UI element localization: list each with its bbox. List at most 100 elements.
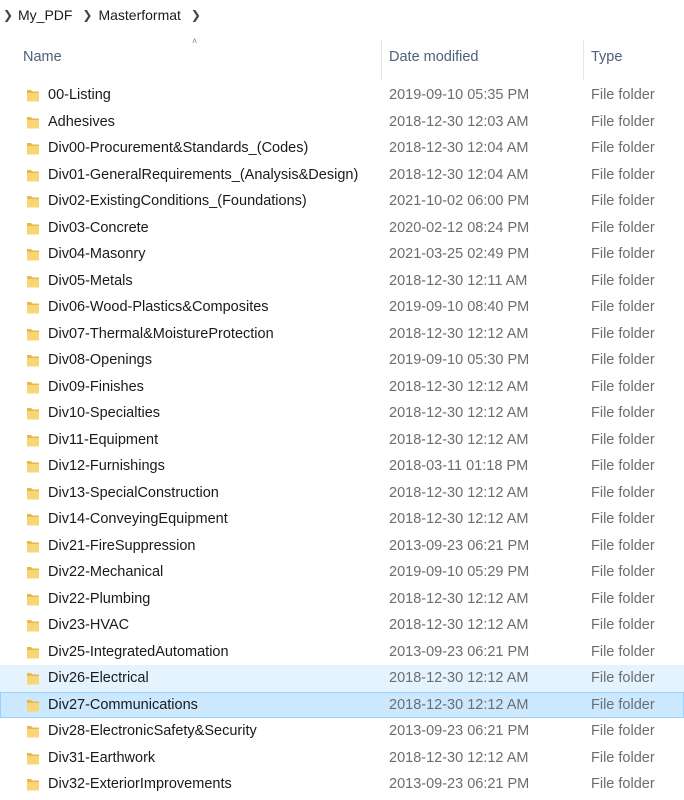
table-row[interactable]: Div09-Finishes 2018-12-30 12:12 AM File fo… bbox=[0, 374, 684, 401]
table-row[interactable]: Div23-HVAC 2018-12-30 12:12 AM File folder bbox=[0, 612, 684, 639]
folder-icon bbox=[27, 249, 39, 261]
folder-icon bbox=[27, 699, 39, 711]
file-type: File folder bbox=[591, 458, 655, 474]
file-type: File folder bbox=[591, 617, 655, 633]
column-divider[interactable] bbox=[381, 40, 382, 80]
folder-icon bbox=[27, 275, 39, 287]
date-modified: 2020-02-12 08:24 PM bbox=[389, 219, 530, 236]
file-name: Div22-Plumbing bbox=[48, 590, 151, 607]
column-header-name[interactable]: Name bbox=[23, 32, 62, 82]
table-row[interactable]: Div07-Thermal&MoistureProtection 2018-12-… bbox=[0, 321, 684, 348]
table-row[interactable]: Div10-Specialties 2018-12-30 12:12 AM File… bbox=[0, 400, 684, 427]
breadcrumb-item-my-pdf[interactable]: My_PDF bbox=[16, 7, 78, 23]
file-type: File folder bbox=[591, 219, 655, 236]
table-row[interactable]: Div21-FireSuppression 2013-09-23 06:21 PM… bbox=[0, 533, 684, 560]
table-row[interactable]: Div00-Procurement&Standards_(Codes) 2018-… bbox=[0, 135, 684, 162]
table-row[interactable]: Div27-Communications 2018-12-30 12:12 AM F… bbox=[0, 691, 684, 718]
file-name: Div14-ConveyingEquipment bbox=[48, 511, 228, 527]
file-type: File folder bbox=[591, 749, 655, 766]
chevron-right-icon[interactable]: ❯ bbox=[0, 8, 16, 22]
table-row[interactable]: Div14-ConveyingEquipment 2018-12-30 12:12… bbox=[0, 506, 684, 533]
file-name: Div13-SpecialConstruction bbox=[48, 484, 219, 501]
column-header-type[interactable]: Type bbox=[591, 32, 622, 82]
file-type: File folder bbox=[591, 511, 655, 527]
column-divider[interactable] bbox=[583, 40, 584, 80]
folder-icon bbox=[27, 381, 39, 393]
file-name: Div11-Equipment bbox=[48, 431, 159, 448]
date-modified: 2018-12-30 12:12 AM bbox=[389, 617, 529, 633]
file-type: File folder bbox=[591, 166, 655, 183]
table-row[interactable]: Div04-Masonry 2021-03-25 02:49 PM File fol… bbox=[0, 241, 684, 268]
date-modified: 2021-10-02 06:00 PM bbox=[389, 193, 530, 209]
file-type: File folder bbox=[591, 564, 655, 580]
file-list: 00-Listing 2019-09-10 05:35 PM File folder… bbox=[0, 82, 684, 798]
date-modified: 2018-12-30 12:12 AM bbox=[389, 378, 529, 395]
file-name: Div02-ExistingConditions_(Foundations) bbox=[48, 193, 307, 209]
date-modified: 2018-12-30 12:12 AM bbox=[389, 484, 529, 501]
folder-icon bbox=[27, 434, 39, 446]
table-row[interactable]: Div22-Mechanical 2019-09-10 05:29 PM File … bbox=[0, 559, 684, 586]
date-modified: 2018-12-30 12:04 AM bbox=[389, 140, 529, 156]
table-row[interactable]: Div11-Equipment 2018-12-30 12:12 AM File f… bbox=[0, 427, 684, 454]
table-row[interactable]: Div05-Metals 2018-12-30 12:11 AM File fold… bbox=[0, 268, 684, 295]
folder-icon bbox=[27, 222, 39, 234]
date-modified: 2018-03-11 01:18 PM bbox=[389, 458, 529, 474]
date-modified: 2013-09-23 06:21 PM bbox=[389, 776, 530, 792]
table-row[interactable]: Div26-Electrical 2018-12-30 12:12 AM File … bbox=[0, 665, 684, 692]
folder-icon bbox=[27, 514, 39, 526]
folder-icon bbox=[27, 593, 39, 605]
table-row[interactable]: Div32-ExteriorImprovements 2013-09-23 06:… bbox=[0, 771, 684, 798]
date-modified: 2018-12-30 12:04 AM bbox=[389, 166, 529, 183]
folder-icon bbox=[27, 143, 39, 155]
folder-icon bbox=[27, 752, 39, 764]
file-name: Div00-Procurement&Standards_(Codes) bbox=[48, 140, 309, 156]
date-modified: 2018-12-30 12:12 AM bbox=[389, 696, 529, 713]
table-row[interactable]: Div31-Earthwork 2018-12-30 12:12 AM File f… bbox=[0, 745, 684, 772]
file-type: File folder bbox=[591, 643, 655, 660]
folder-icon bbox=[27, 169, 39, 181]
table-row[interactable]: Div02-ExistingConditions_(Foundations) 20… bbox=[0, 188, 684, 215]
date-modified: 2018-12-30 12:12 AM bbox=[389, 325, 529, 342]
table-row[interactable]: Div06-Wood-Plastics&Composites 2019-09-10… bbox=[0, 294, 684, 321]
folder-icon bbox=[27, 620, 39, 632]
date-modified: 2018-12-30 12:11 AM bbox=[389, 272, 528, 289]
folder-icon bbox=[27, 328, 39, 340]
table-row[interactable]: Div13-SpecialConstruction 2018-12-30 12:1… bbox=[0, 480, 684, 507]
folder-icon bbox=[27, 779, 39, 791]
table-row[interactable]: Adhesives 2018-12-30 12:03 AM File folder bbox=[0, 109, 684, 136]
date-modified: 2018-12-30 12:12 AM bbox=[389, 431, 529, 448]
file-type: File folder bbox=[591, 776, 655, 792]
chevron-right-icon[interactable]: ❯ bbox=[187, 8, 205, 22]
folder-icon bbox=[27, 116, 39, 128]
folder-icon bbox=[27, 646, 39, 658]
file-type: File folder bbox=[591, 696, 655, 713]
table-row[interactable]: Div01-GeneralRequirements_(Analysis&Desi… bbox=[0, 162, 684, 189]
folder-icon bbox=[27, 196, 39, 208]
folder-icon bbox=[27, 302, 39, 314]
file-type: File folder bbox=[591, 113, 655, 130]
table-row[interactable]: Div03-Concrete 2020-02-12 08:24 PM File fo… bbox=[0, 215, 684, 242]
table-row[interactable]: Div12-Furnishings 2018-03-11 01:18 PM File… bbox=[0, 453, 684, 480]
file-name: Div31-Earthwork bbox=[48, 749, 156, 766]
table-row[interactable]: Div28-ElectronicSafety&Security 2013-09-2… bbox=[0, 718, 684, 745]
file-name: Div12-Furnishings bbox=[48, 458, 165, 474]
table-row[interactable]: Div22-Plumbing 2018-12-30 12:12 AM File fo… bbox=[0, 586, 684, 613]
date-modified: 2013-09-23 06:21 PM bbox=[389, 643, 530, 660]
breadcrumb-item-masterformat[interactable]: Masterformat bbox=[96, 7, 186, 23]
file-type: File folder bbox=[591, 193, 655, 209]
folder-icon bbox=[27, 567, 39, 579]
column-header-date-modified[interactable]: Date modified bbox=[389, 32, 478, 82]
folder-icon bbox=[27, 540, 39, 552]
date-modified: 2019-09-10 05:29 PM bbox=[389, 564, 530, 580]
table-row[interactable]: Div08-Openings 2019-09-10 05:30 PM File fo… bbox=[0, 347, 684, 374]
folder-icon bbox=[27, 487, 39, 499]
file-type: File folder bbox=[591, 140, 655, 156]
chevron-right-icon[interactable]: ❯ bbox=[78, 8, 96, 22]
file-name: Div25-IntegratedAutomation bbox=[48, 643, 229, 660]
table-row[interactable]: 00-Listing 2019-09-10 05:35 PM File folder bbox=[0, 82, 684, 109]
folder-icon bbox=[27, 726, 39, 738]
file-name: Div32-ExteriorImprovements bbox=[48, 776, 232, 792]
file-name: Div27-Communications bbox=[48, 696, 198, 713]
file-name: Div09-Finishes bbox=[48, 378, 144, 395]
table-row[interactable]: Div25-IntegratedAutomation 2013-09-23 06:… bbox=[0, 639, 684, 666]
